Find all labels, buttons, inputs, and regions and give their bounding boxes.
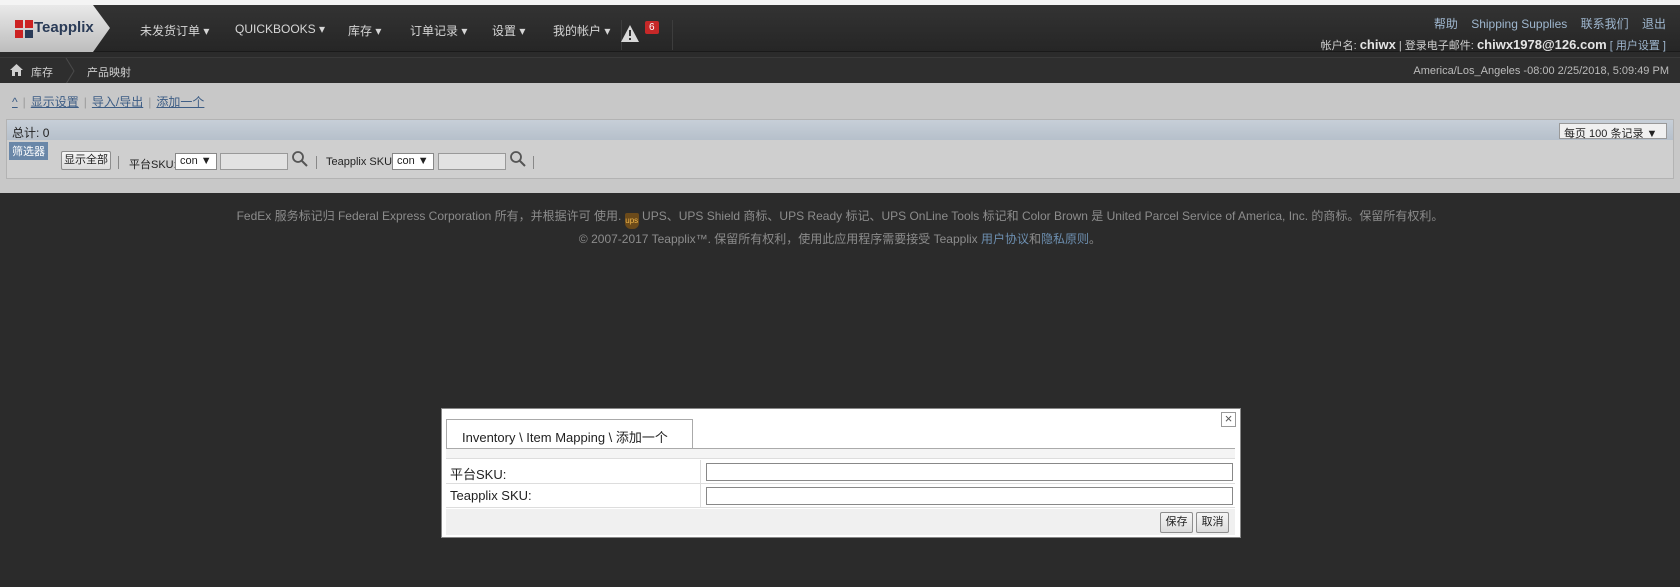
teapplix-sku-label: Teapplix SKU: [326,156,396,168]
toolbar-divider: | [22,95,26,109]
nav-divider [672,20,673,50]
logout-link[interactable]: 退出 [1642,17,1666,31]
total-count: 总计: 0 [12,126,50,140]
display-settings-link[interactable]: 显示设置 [31,95,79,109]
filter-label: 筛选器 [9,142,48,160]
breadcrumb-inventory[interactable]: 库存 [31,64,53,80]
privacy-link[interactable]: 隐私原则 [1041,232,1089,246]
nav-inventory[interactable]: 库存 ▾ [348,22,381,39]
panel-header: 总计: 0 每页 100 条记录 ▼ [7,120,1673,140]
breadcrumb-item-mapping: 产品映射 [87,67,131,79]
add-one-link[interactable]: 添加一个 [156,95,204,109]
collapse-button[interactable]: ^ [12,95,18,109]
teapplix-sku-operator-select[interactable]: con ▼ [392,153,434,170]
email-label: | 登录电子邮件: [1398,40,1474,52]
contact-link[interactable]: 联系我们 [1581,17,1629,31]
toolbar-divider: | [83,95,87,109]
warning-icon[interactable] [620,23,648,45]
login-email: chiwx1978@126.com [1476,37,1607,52]
teapplix-logo-icon [15,20,33,38]
filter-divider [316,156,317,169]
search-icon[interactable] [291,150,309,168]
list-panel: 总计: 0 每页 100 条记录 ▼ 筛选器 显示全部 平台SKU: con ▼… [6,119,1674,179]
breadcrumb: 库存 产品映射 America/Los_Angeles -08:00 2/25/… [0,57,1680,84]
per-page-select[interactable]: 每页 100 条记录 ▼ [1559,123,1667,140]
timezone-clock: America/Los_Angeles -08:00 2/25/2018, 5:… [1413,65,1669,77]
ups-shield-icon: ups [624,213,639,229]
nav-my-account[interactable]: 我的帐户 ▾ [553,22,610,39]
account-name: chiwx [1359,37,1396,52]
search-icon[interactable] [509,150,527,168]
form-row-teapplix-sku: Teapplix SKU: [446,484,1235,508]
add-mapping-dialog: × Inventory \ Item Mapping \ 添加一个 平台SKU:… [441,408,1241,538]
column-divider [700,484,701,508]
nav-unshipped-orders[interactable]: 未发货订单 ▾ [140,22,209,39]
platform-sku-operator-select[interactable]: con ▼ [175,153,217,170]
cancel-button[interactable]: 取消 [1196,512,1229,533]
home-icon[interactable] [10,64,23,76]
platform-sku-field[interactable] [706,463,1233,481]
import-export-link[interactable]: 导入/导出 [92,95,143,109]
toolbar-divider: | [148,95,152,109]
teapplix-sku-filter-input[interactable] [438,153,506,170]
form-row-platform-sku: 平台SKU: [446,460,1235,484]
footer-trademark-line: FedEx 服务标记归 Federal Express Corporation … [0,206,1680,229]
user-info: 帐户名: chiwx | 登录电子邮件: chiwx1978@126.com [… [1321,37,1666,53]
filter-divider [118,156,119,169]
platform-sku-label: 平台SKU: [129,159,177,171]
platform-sku-field-label: 平台SKU: [450,467,507,482]
filter-divider [533,156,534,169]
nav-quickbooks[interactable]: QUICKBOOKS ▾ [235,22,325,36]
nav-order-history[interactable]: 订单记录 ▾ [410,22,467,39]
alert-count-badge[interactable]: 6 [645,21,659,34]
column-divider [700,460,701,484]
footer: FedEx 服务标记归 Federal Express Corporation … [0,206,1680,249]
logo[interactable]: Teapplix [0,5,110,52]
show-all-button[interactable]: 显示全部 [61,151,111,170]
main-navbar: Teapplix 未发货订单 ▾ QUICKBOOKS ▾ 库存 ▾ 订单记录 … [0,5,1680,52]
teapplix-sku-field-label: Teapplix SKU: [450,488,532,503]
brand-name: Teapplix [34,19,94,36]
chevron-right-icon [65,58,75,84]
list-toolbar: ^ | 显示设置 | 导入/导出 | 添加一个 [12,93,204,110]
close-icon[interactable]: × [1221,412,1236,427]
platform-sku-filter-input[interactable] [220,153,288,170]
dialog-strip [446,449,1235,459]
main-content: ^ | 显示设置 | 导入/导出 | 添加一个 总计: 0 每页 100 条记录 ▼ 筛选器… [0,83,1680,193]
top-links: 帮助 Shipping Supplies 联系我们 退出 [1424,15,1666,32]
nav-settings[interactable]: 设置 ▾ [492,22,525,39]
help-link[interactable]: 帮助 [1434,17,1458,31]
teapplix-sku-field[interactable] [706,487,1233,505]
dialog-footer: 保存 取消 [446,509,1235,535]
shipping-supplies-link[interactable]: Shipping Supplies [1471,17,1567,31]
save-button[interactable]: 保存 [1160,512,1193,533]
dialog-tab[interactable]: Inventory \ Item Mapping \ 添加一个 [446,419,693,449]
user-settings-link[interactable]: [ 用户设置 ] [1610,40,1666,52]
footer-copyright-line: © 2007-2017 Teapplix™. 保留所有权利，使用此应用程序需要接… [578,232,1102,246]
terms-link[interactable]: 用户协议 [981,232,1029,246]
account-label: 帐户名: [1320,40,1357,52]
